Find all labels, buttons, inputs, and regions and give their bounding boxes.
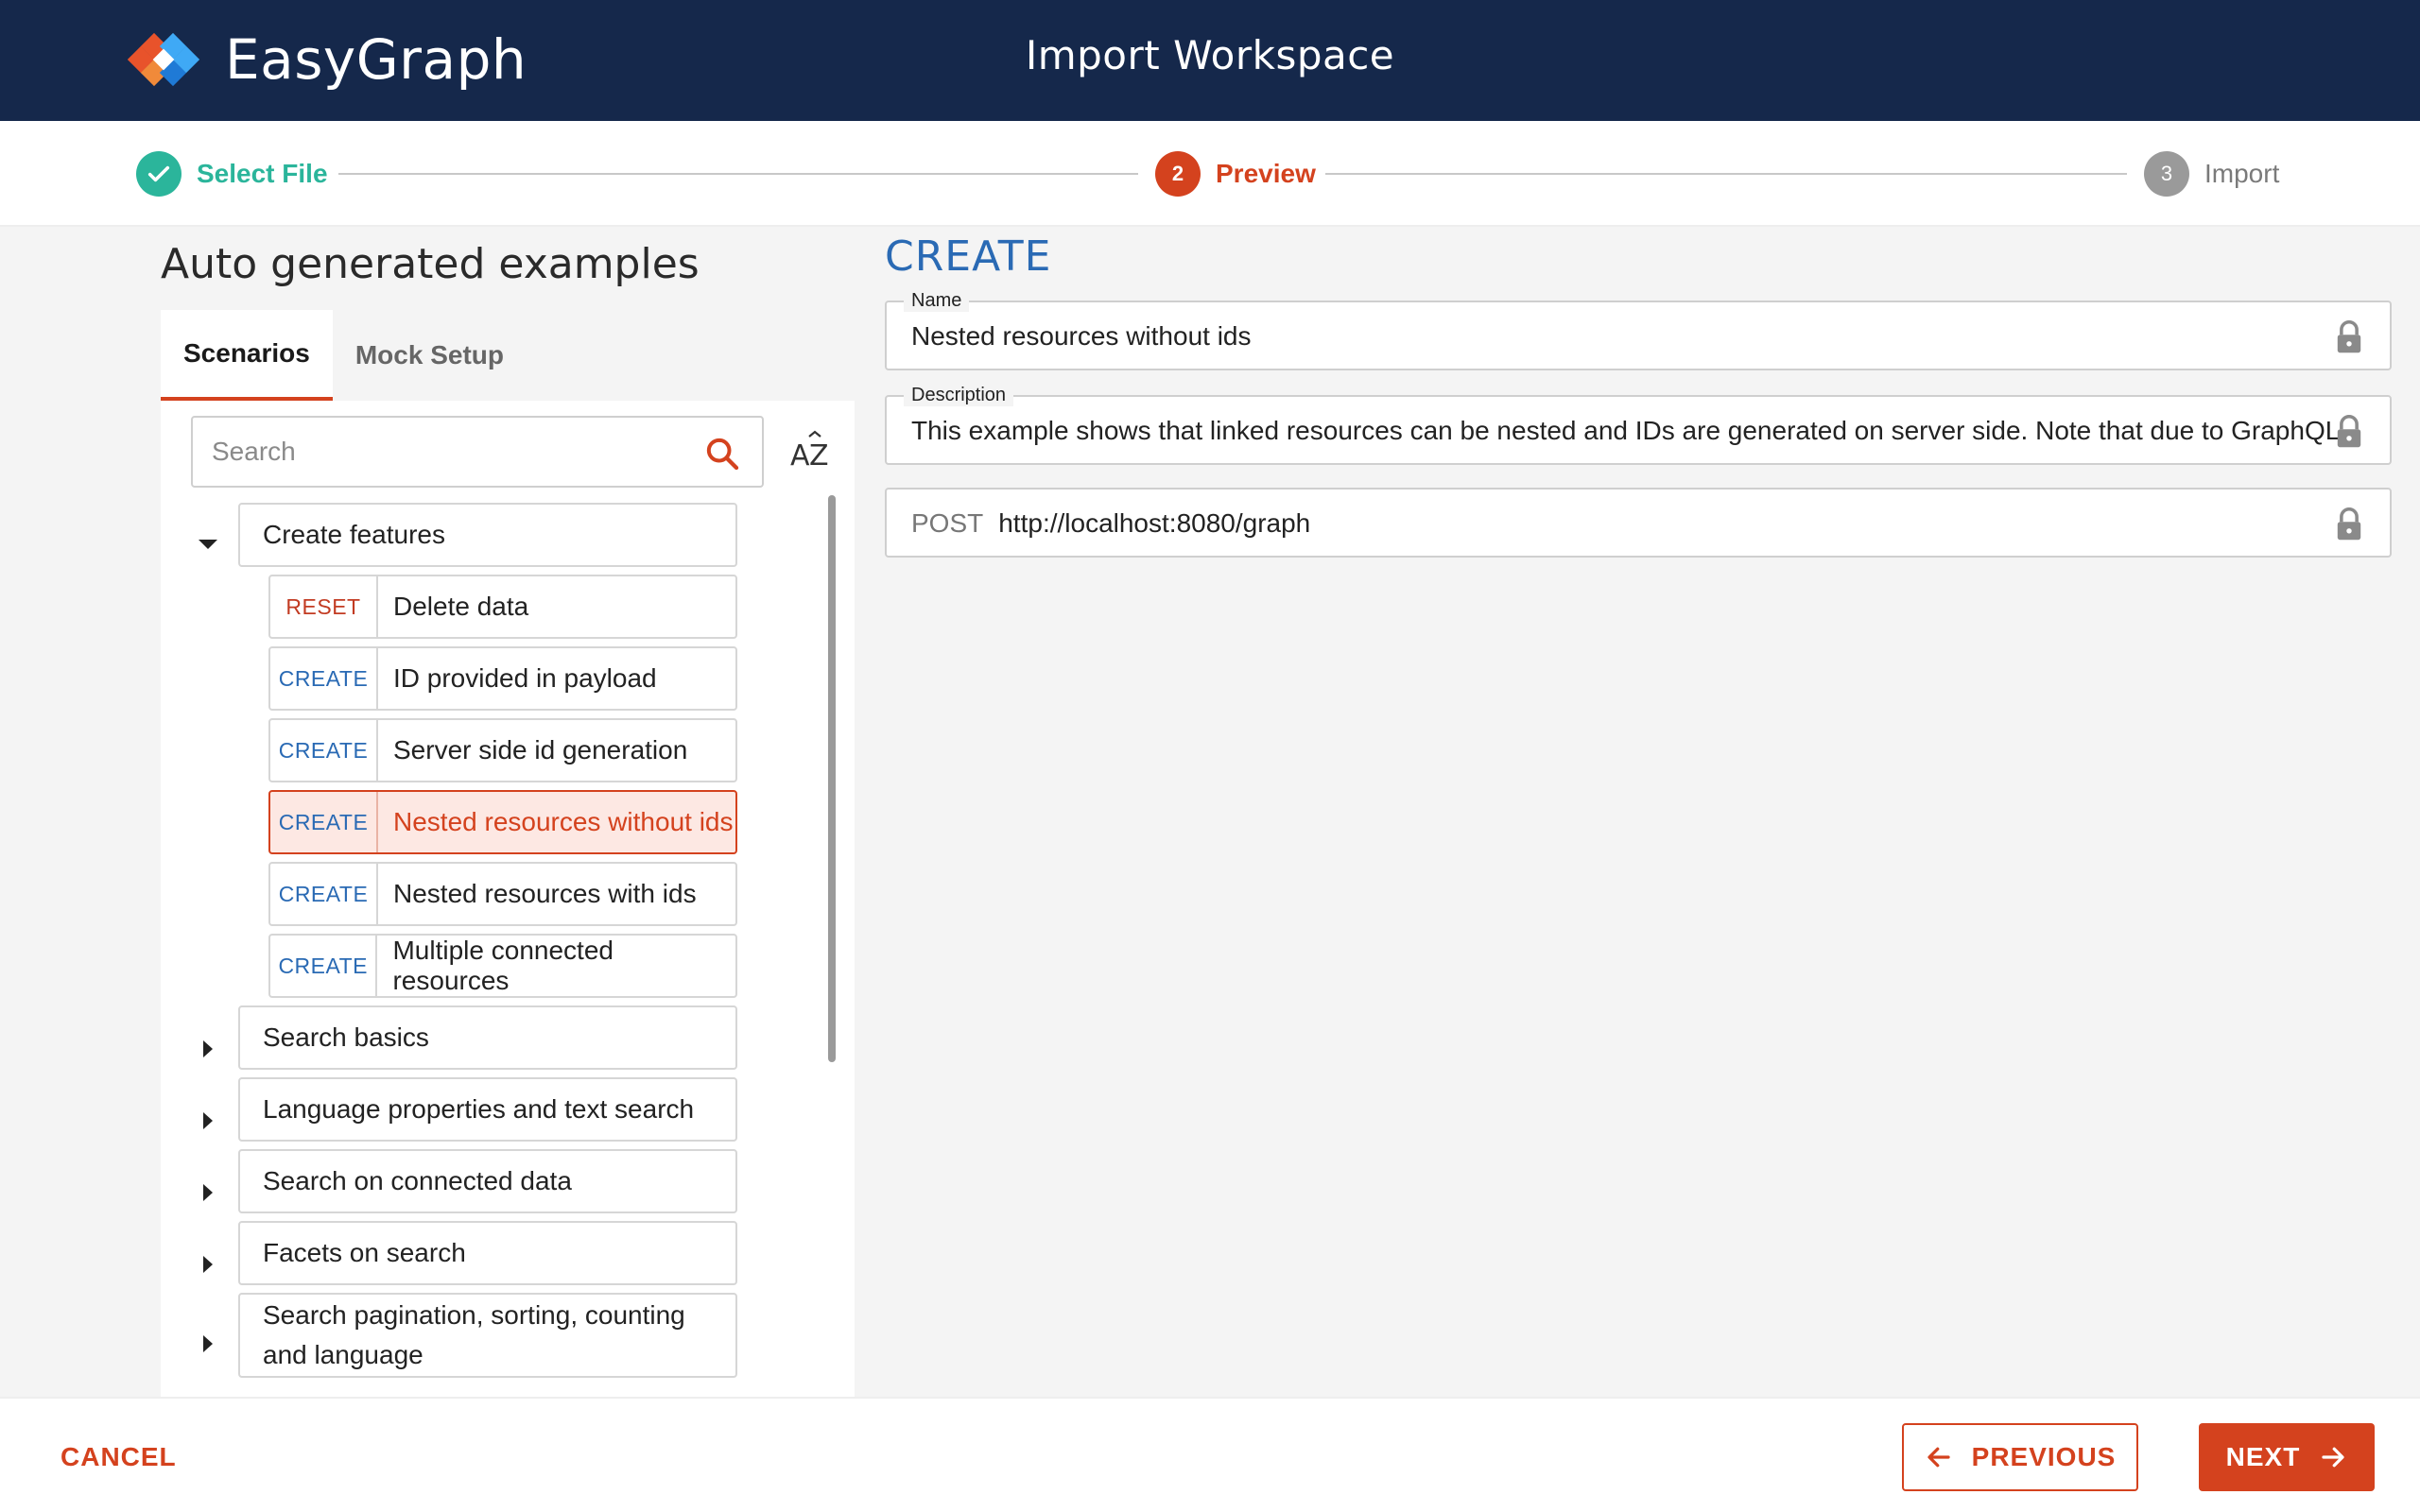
scenario-list-panel: A Z Create features RESET Delete data CR… [161, 401, 855, 1399]
tab-scenarios[interactable]: Scenarios [161, 310, 333, 401]
description-field: Description This example shows that link… [885, 384, 2392, 465]
check-icon [136, 151, 182, 197]
request-url-field: POST http://localhost:8080/graph [885, 488, 2392, 558]
svg-text:A: A [790, 439, 810, 472]
group-facets-on-search[interactable]: Facets on search [238, 1221, 737, 1285]
examples-title: Auto generated examples [161, 240, 700, 288]
tab-mock-setup[interactable]: Mock Setup [333, 310, 527, 401]
collapse-caret-icon[interactable] [197, 533, 219, 556]
scenario-label: ID provided in payload [393, 663, 657, 693]
scenario-item[interactable]: CREATE Multiple connected resources [268, 934, 737, 998]
expand-caret-icon[interactable] [197, 1038, 219, 1060]
method-badge: CREATE [270, 936, 378, 996]
search-box [191, 416, 764, 488]
scenario-item-selected[interactable]: CREATE Nested resources without ids [268, 790, 737, 854]
step-label: Import [2204, 159, 2280, 188]
step-preview[interactable]: 2 Preview [1155, 151, 1316, 197]
scenario-label: Nested resources without ids [393, 807, 734, 836]
group-language-properties[interactable]: Language properties and text search [238, 1077, 737, 1142]
previous-label: PREVIOUS [1971, 1442, 2117, 1471]
step-connector [1325, 173, 2127, 175]
method-badge: CREATE [270, 720, 378, 781]
previous-button[interactable]: PREVIOUS [1902, 1423, 2138, 1491]
group-create-features[interactable]: Create features [238, 503, 737, 567]
import-stepper: Select File 2 Preview 3 Import [0, 121, 2420, 227]
step-import[interactable]: 3 Import [2144, 151, 2279, 197]
scenario-item[interactable]: CREATE Server side id generation [268, 718, 737, 782]
description-field-value: This example shows that linked resources… [911, 416, 2339, 445]
list-scrollbar[interactable] [828, 495, 836, 1062]
scenario-item[interactable]: CREATE Nested resources with ids [268, 862, 737, 926]
method-badge: CREATE [270, 864, 378, 924]
page-title: Import Workspace [1025, 32, 1395, 78]
name-field-value: Nested resources without ids [911, 321, 1252, 351]
group-search-basics[interactable]: Search basics [238, 1005, 737, 1070]
method-badge: CREATE [270, 648, 378, 709]
lock-icon [2337, 507, 2361, 541]
expand-caret-icon[interactable] [197, 1332, 219, 1355]
search-input[interactable] [212, 431, 684, 472]
step-label: Preview [1216, 159, 1316, 188]
request-line: POST http://localhost:8080/graph [911, 508, 2339, 539]
app-header: EasyGraph Import Workspace [0, 0, 2420, 121]
examples-tabs: Scenarios Mock Setup [161, 310, 527, 401]
scenario-label: Multiple connected resources [392, 936, 614, 995]
method-badge: CREATE [270, 792, 378, 852]
arrow-left-icon [1927, 1447, 1950, 1468]
http-method: POST [911, 508, 984, 538]
search-icon[interactable] [703, 435, 741, 472]
expand-caret-icon[interactable] [197, 1253, 219, 1276]
step-connector [338, 173, 1138, 175]
arrow-right-icon [2322, 1447, 2344, 1468]
next-label: NEXT [2225, 1442, 2301, 1471]
scenario-item[interactable]: CREATE ID provided in payload [268, 646, 737, 711]
scenario-label: Delete data [393, 592, 529, 621]
scenario-label: Server side id generation [393, 735, 688, 765]
step-label: Select File [197, 159, 328, 188]
group-search-pagination[interactable]: Search pagination, sorting, counting and… [238, 1293, 737, 1378]
scenario-item[interactable]: RESET Delete data [268, 575, 737, 639]
svg-text:Z: Z [809, 439, 829, 472]
expand-caret-icon[interactable] [197, 1109, 219, 1132]
name-field-label: Name [904, 289, 970, 312]
method-badge: RESET [270, 576, 378, 637]
step-select-file[interactable]: Select File [136, 151, 328, 197]
expand-caret-icon[interactable] [197, 1181, 219, 1204]
step-number: 2 [1155, 151, 1201, 197]
next-button[interactable]: NEXT [2199, 1423, 2375, 1491]
lock-icon [2337, 320, 2361, 353]
lock-icon [2337, 415, 2361, 448]
request-method-heading: CREATE [885, 232, 1052, 281]
request-url: http://localhost:8080/graph [998, 508, 1311, 538]
wizard-footer: CANCEL PREVIOUS NEXT [0, 1397, 2420, 1512]
name-field: Name Nested resources without ids [885, 289, 2392, 370]
scenario-label: Nested resources with ids [393, 879, 697, 908]
sort-alpha-icon[interactable]: A Z [788, 429, 834, 474]
step-number: 3 [2144, 151, 2189, 197]
cancel-button[interactable]: CANCEL [60, 1442, 177, 1472]
description-field-label: Description [904, 384, 1014, 406]
group-search-connected-data[interactable]: Search on connected data [238, 1149, 737, 1213]
